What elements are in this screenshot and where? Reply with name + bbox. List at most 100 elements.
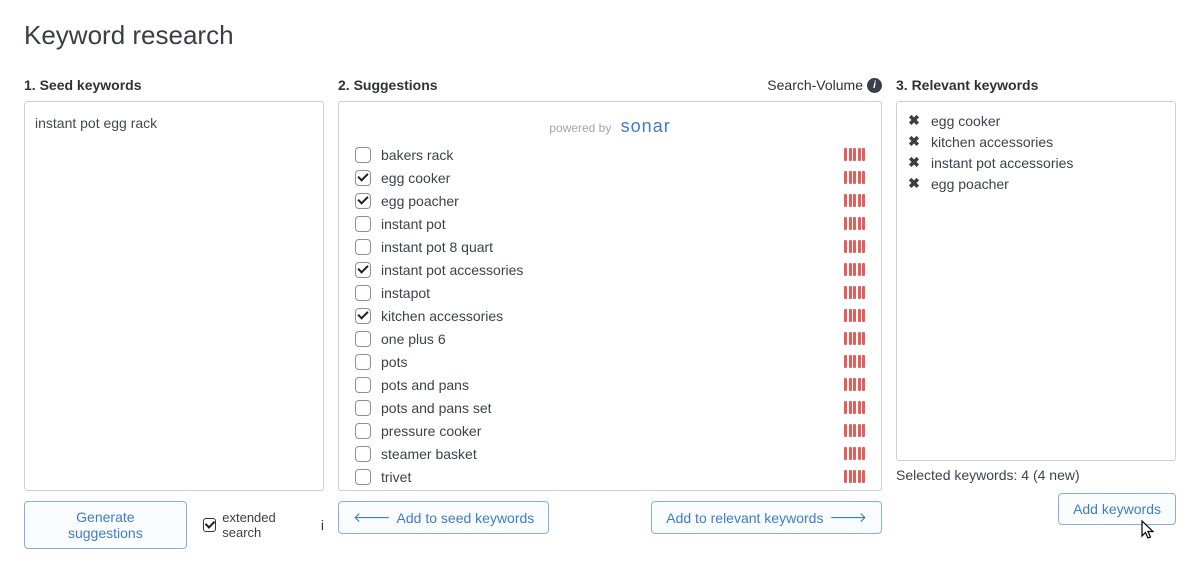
- suggestion-label: kitchen accessories: [381, 308, 834, 324]
- suggestion-row: pressure cooker: [339, 419, 881, 442]
- suggestion-checkbox[interactable]: [355, 170, 371, 186]
- generate-suggestions-button[interactable]: Generate suggestions: [24, 501, 187, 549]
- suggestion-label: bakers rack: [381, 147, 834, 163]
- relevant-label: instant pot accessories: [931, 155, 1073, 171]
- suggestion-row: trivet: [339, 465, 881, 488]
- info-icon[interactable]: i: [867, 78, 882, 93]
- relevant-row: ✖ egg poacher: [907, 173, 1165, 194]
- suggestion-row: instant pot accessories: [339, 258, 881, 281]
- page-title: Keyword research: [24, 20, 1176, 51]
- suggestion-row: one plus 6: [339, 327, 881, 350]
- suggestion-label: trivet: [381, 469, 834, 485]
- suggestion-checkbox[interactable]: [355, 262, 371, 278]
- suggestions-scroll[interactable]: powered by sonar bakers rack egg cooker eg…: [339, 102, 881, 490]
- search-volume-label: Search-Volume: [767, 77, 863, 93]
- suggestion-label: pressure cooker: [381, 423, 834, 439]
- suggestion-checkbox[interactable]: [355, 239, 371, 255]
- suggestion-row: instant pot 8 quart: [339, 235, 881, 258]
- suggestion-checkbox[interactable]: [355, 469, 371, 485]
- relevant-row: ✖ instant pot accessories: [907, 152, 1165, 173]
- suggestion-row: instant pot: [339, 212, 881, 235]
- seed-header: 1. Seed keywords: [24, 77, 142, 93]
- suggestion-checkbox[interactable]: [355, 400, 371, 416]
- suggestions-header: 2. Suggestions: [338, 77, 438, 93]
- suggestion-label: pots and pans set: [381, 400, 834, 416]
- suggestion-row: pots and pans set: [339, 396, 881, 419]
- volume-bars: [844, 286, 865, 299]
- add-to-relevant-button[interactable]: Add to relevant keywords 🡒: [651, 501, 882, 534]
- suggestion-checkbox[interactable]: [355, 308, 371, 324]
- suggestion-checkbox[interactable]: [355, 147, 371, 163]
- volume-bars: [844, 217, 865, 230]
- volume-bars: [844, 194, 865, 207]
- remove-icon[interactable]: ✖: [907, 154, 921, 171]
- suggestion-checkbox[interactable]: [355, 446, 371, 462]
- seed-column: 1. Seed keywords instant pot egg rack Ge…: [24, 75, 324, 549]
- suggestion-label: pots: [381, 354, 834, 370]
- relevant-header: 3. Relevant keywords: [896, 77, 1038, 93]
- suggestion-label: instapot: [381, 285, 834, 301]
- suggestion-checkbox[interactable]: [355, 423, 371, 439]
- powered-by-brand: sonar: [621, 116, 671, 136]
- suggestion-row: egg cooker: [339, 166, 881, 189]
- selected-summary: Selected keywords: 4 (4 new): [896, 467, 1176, 483]
- arrow-left-icon: 🡐: [353, 509, 391, 526]
- powered-by-prefix: powered by: [549, 121, 611, 135]
- suggestion-label: egg cooker: [381, 170, 834, 186]
- remove-icon[interactable]: ✖: [907, 133, 921, 150]
- volume-bars: [844, 355, 865, 368]
- columns: 1. Seed keywords instant pot egg rack Ge…: [24, 75, 1176, 549]
- suggestion-row: pots and pans: [339, 373, 881, 396]
- relevant-label: kitchen accessories: [931, 134, 1053, 150]
- extended-search-label: extended search: [222, 510, 315, 540]
- seed-box: instant pot egg rack: [24, 101, 324, 491]
- suggestion-row: steamer basket: [339, 442, 881, 465]
- suggestion-row: pots: [339, 350, 881, 373]
- relevant-label: egg cooker: [931, 113, 1000, 129]
- suggestion-checkbox[interactable]: [355, 377, 371, 393]
- relevant-scroll[interactable]: ✖ egg cooker ✖ kitchen accessories ✖ instant …: [897, 102, 1175, 460]
- relevant-box: ✖ egg cooker ✖ kitchen accessories ✖ instant …: [896, 101, 1176, 461]
- suggestions-box: powered by sonar bakers rack egg cooker eg…: [338, 101, 882, 491]
- extended-search-wrap: extended search i: [203, 510, 324, 540]
- volume-bars: [844, 148, 865, 161]
- remove-icon[interactable]: ✖: [907, 112, 921, 129]
- suggestion-label: pots and pans: [381, 377, 834, 393]
- volume-bars: [844, 378, 865, 391]
- relevant-column: 3. Relevant keywords ✖ egg cooker ✖ kitchen…: [896, 75, 1176, 549]
- volume-bars: [844, 424, 865, 437]
- add-to-relevant-label: Add to relevant keywords: [666, 510, 823, 526]
- relevant-row: ✖ kitchen accessories: [907, 131, 1165, 152]
- volume-bars: [844, 309, 865, 322]
- add-to-seed-button[interactable]: 🡐 Add to seed keywords: [338, 501, 549, 534]
- add-to-seed-label: Add to seed keywords: [397, 510, 535, 526]
- volume-bars: [844, 263, 865, 276]
- relevant-row: ✖ egg cooker: [907, 110, 1165, 131]
- volume-bars: [844, 240, 865, 253]
- suggestion-label: egg poacher: [381, 193, 834, 209]
- suggestion-row: instapot: [339, 281, 881, 304]
- powered-by: powered by sonar: [339, 102, 881, 143]
- volume-bars: [844, 401, 865, 414]
- remove-icon[interactable]: ✖: [907, 175, 921, 192]
- volume-bars: [844, 332, 865, 345]
- info-icon[interactable]: i: [321, 517, 324, 533]
- suggestion-row: bakers rack: [339, 143, 881, 166]
- suggestion-label: instant pot 8 quart: [381, 239, 834, 255]
- suggestion-checkbox[interactable]: [355, 354, 371, 370]
- suggestion-checkbox[interactable]: [355, 285, 371, 301]
- add-keywords-button[interactable]: Add keywords: [1058, 493, 1176, 525]
- suggestion-label: steamer basket: [381, 446, 834, 462]
- suggestion-row: egg poacher: [339, 189, 881, 212]
- suggestion-label: instant pot: [381, 216, 834, 232]
- suggestions-column: 2. Suggestions Search-Volume i powered b…: [338, 75, 882, 549]
- relevant-label: egg poacher: [931, 176, 1009, 192]
- extended-search-checkbox[interactable]: [203, 518, 217, 532]
- suggestion-checkbox[interactable]: [355, 193, 371, 209]
- seed-textarea[interactable]: instant pot egg rack: [25, 102, 323, 490]
- volume-bars: [844, 171, 865, 184]
- suggestion-label: instant pot accessories: [381, 262, 834, 278]
- volume-bars: [844, 470, 865, 483]
- suggestion-checkbox[interactable]: [355, 331, 371, 347]
- suggestion-checkbox[interactable]: [355, 216, 371, 232]
